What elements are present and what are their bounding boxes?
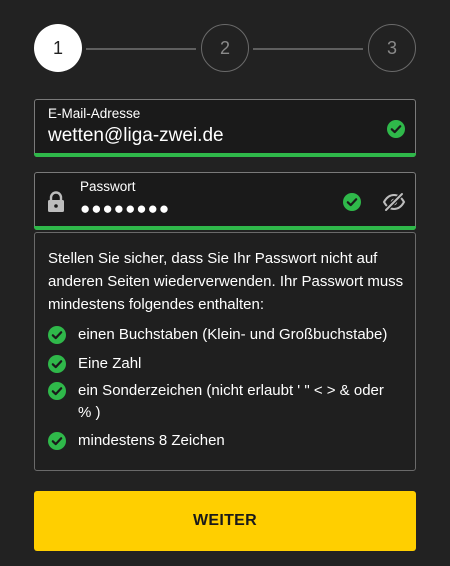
step-1: 1 [34, 24, 82, 72]
requirement-text: Eine Zahl [78, 355, 142, 372]
step-number: 1 [52, 37, 63, 58]
progress-stepper: 1 2 3 [34, 24, 416, 74]
check-circle-icon [48, 432, 66, 450]
eye-off-icon[interactable] [382, 192, 406, 212]
lock-icon [48, 191, 64, 212]
check-circle-icon [343, 193, 361, 211]
password-label: Passwort [80, 179, 136, 194]
requirement-text: mindestens 8 Zeichen [78, 432, 225, 449]
check-circle-icon [387, 120, 405, 138]
step-number: 3 [386, 37, 397, 58]
password-field[interactable]: Passwort ●●●●●●●● [34, 172, 416, 230]
email-label: E-Mail-Adresse [48, 106, 141, 121]
check-circle-icon [48, 326, 66, 344]
requirement-text: einen Buchstaben (Klein- und Großbuchsta… [78, 326, 388, 343]
check-circle-icon [48, 382, 66, 400]
email-field[interactable]: E-Mail-Adresse wetten@liga-zwei.de [34, 99, 416, 157]
step-2: 2 [201, 24, 249, 72]
check-circle-icon [48, 355, 66, 373]
requirements-intro: Stellen Sie sicher, dass Sie Ihr Passwor… [48, 250, 404, 313]
valid-indicator [34, 226, 416, 230]
step-3: 3 [368, 24, 416, 72]
step-connector [86, 48, 196, 50]
step-connector [253, 48, 363, 50]
valid-indicator [34, 153, 416, 157]
email-input[interactable]: wetten@liga-zwei.de [48, 125, 224, 147]
requirement-text: ein Sonderzeichen (nicht erlaubt ' " < >… [78, 382, 384, 421]
password-requirements: Stellen Sie sicher, dass Sie Ihr Passwor… [34, 232, 416, 471]
password-input[interactable]: ●●●●●●●● [80, 199, 170, 219]
step-number: 2 [219, 37, 230, 58]
weiter-button[interactable]: WEITER [34, 491, 416, 551]
